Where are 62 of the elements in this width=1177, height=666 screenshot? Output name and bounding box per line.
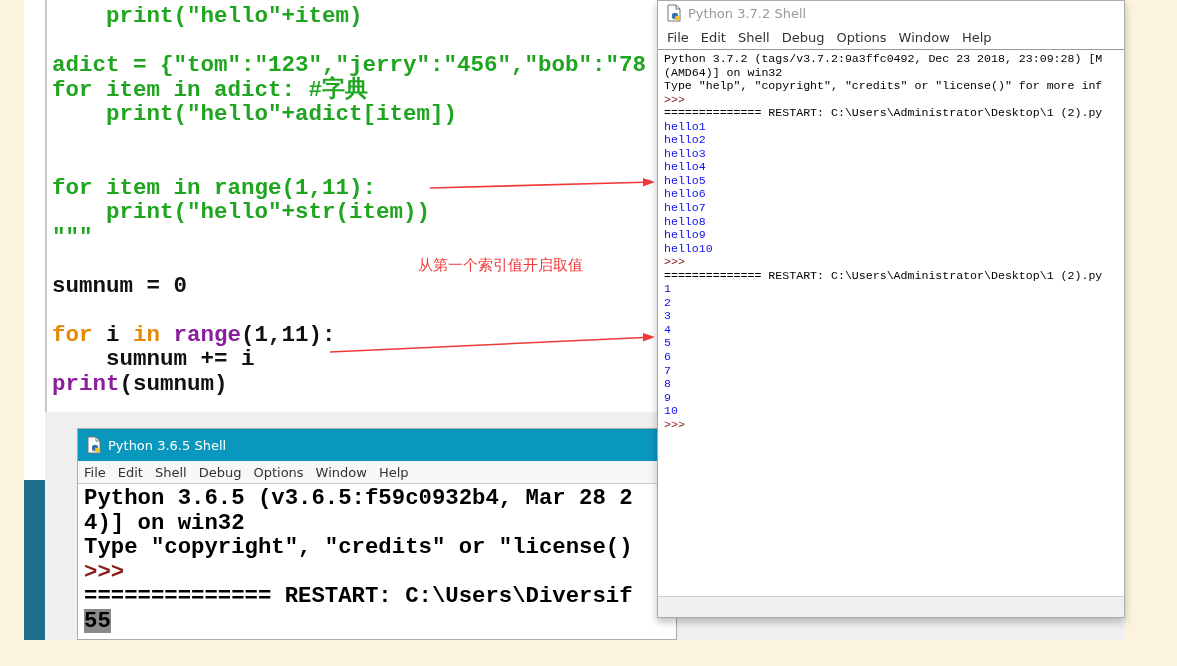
shell-line: Type "copyright", "credits" or "license() [84,535,633,560]
shell-line: 5 [664,336,671,351]
shell-line: hello4 [664,160,706,174]
shell-line: Python 3.6.5 (v3.6.5:f59c0932b4, Mar 28 2 [84,486,633,511]
shell-line: hello6 [664,187,706,201]
shell-line: hello8 [664,214,706,229]
menu-item[interactable]: Help [378,464,409,480]
shell-line: 2 [664,295,671,310]
menu-item[interactable]: Shell [154,464,187,480]
shell-line: ============== RESTART: C:\Users\Administrator\Desktop\1 (2).py [664,106,1103,120]
shell-line: 8 [664,377,671,391]
shell-line: 9 [664,390,671,405]
code-line: print("hello"+adict[item]) [105,102,458,127]
shell-line: Type "help", "copyright", "credits" or "license()" for more inf [664,79,1103,93]
shell-line: 1 [664,282,671,296]
window-title: Python 3.7.2 Shell [688,5,807,21]
menu-item[interactable]: Options [253,464,304,480]
code-line: for item in range(1,11): [52,175,377,200]
menu-item[interactable]: Shell [737,29,770,45]
code-line: print("hello"+item) [105,4,363,29]
shell-line: 3 [664,309,671,323]
shell-line: hello2 [664,133,706,147]
shell-line: 4 [664,322,671,337]
menu-item[interactable]: Edit [117,464,143,480]
shell-line: >>> [664,417,685,432]
document-icon [86,436,102,454]
shell-line: 6 [664,350,671,364]
shell-line: ============== RESTART: C:\Users\Diversif [84,584,633,609]
code-line: print("hello"+str(item)) [105,200,431,225]
document-icon [666,4,682,22]
menu-item[interactable]: Options [836,29,887,45]
shell-line: ============== RESTART: C:\Users\Administrator\Desktop\1 (2).py [664,268,1103,283]
shell-line: hello10 [664,241,713,256]
menu-item[interactable]: Window [315,464,367,480]
shell-line: hello9 [664,228,706,242]
shell-line: 10 [664,404,678,418]
code-line: print(sumnum) [52,371,228,396]
shell-line: >>> [664,255,685,269]
code-line: sumnum = 0 [52,273,188,298]
shell-line: hello5 [664,173,706,188]
code-line: for i in range(1,11): [52,322,336,347]
shell-line: hello7 [664,201,706,215]
shell-line: hello1 [664,119,706,134]
menu-item[interactable]: File [84,464,106,480]
menu-item[interactable]: Edit [700,29,726,45]
shell-line: Python 3.7.2 (tags/v3.7.2:9a3ffc0492, Dec 23 2018, 23:09:28) [M [664,52,1103,66]
shell-line: 4)] on win32 [84,510,245,535]
code-line: """ [52,224,93,249]
shell-line: >>> [664,92,685,107]
menu-item[interactable]: Window [898,29,950,45]
shell-line: 7 [664,363,671,378]
shell-line: hello3 [664,146,706,161]
shell-line: (AMD64)] on win32 [664,65,783,80]
window-title: Python 3.6.5 Shell [108,437,227,453]
menu-item[interactable]: File [667,29,689,45]
menu-item[interactable]: Debug [198,464,242,480]
code-line: for item in adict: #字典 [52,77,369,102]
shell-line: >>> [84,559,125,584]
menu-item[interactable]: Debug [781,29,825,45]
menu-item[interactable]: Help [961,29,992,45]
code-line: sumnum += i [105,347,255,372]
annotation-text: 从第一个索引值开启取值 [418,256,583,275]
